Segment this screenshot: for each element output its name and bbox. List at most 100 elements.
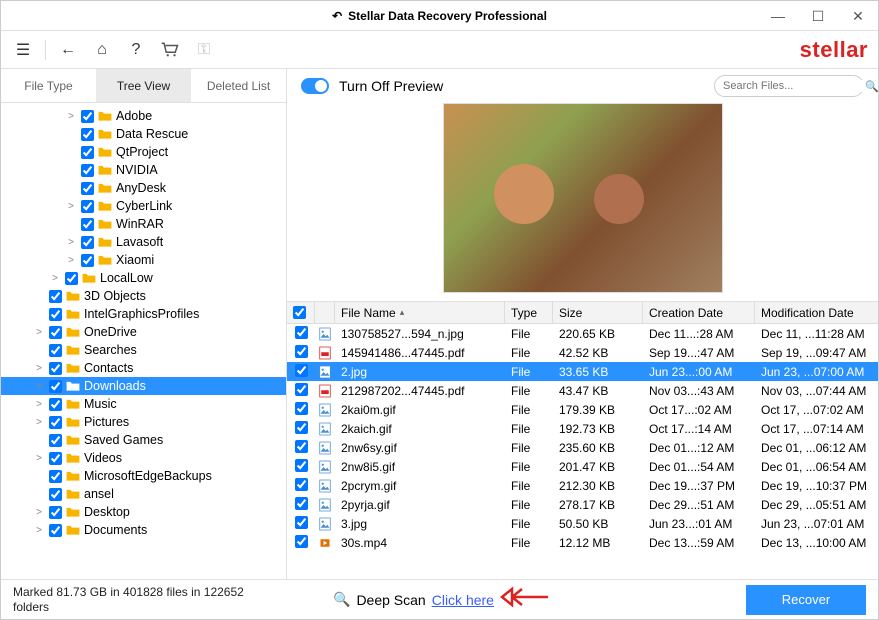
expand-icon[interactable]: > bbox=[33, 381, 45, 392]
tree-checkbox[interactable] bbox=[81, 254, 94, 267]
row-checkbox[interactable] bbox=[295, 345, 308, 358]
tree-checkbox[interactable] bbox=[49, 506, 62, 519]
tree-item[interactable]: >Desktop bbox=[1, 503, 286, 521]
tree-item[interactable]: >Pictures bbox=[1, 413, 286, 431]
tree-checkbox[interactable] bbox=[81, 164, 94, 177]
tab-deleted-list[interactable]: Deleted List bbox=[191, 69, 286, 102]
table-row[interactable]: 145941486...47445.pdfFile42.52 KBSep 19.… bbox=[287, 343, 878, 362]
tree-item[interactable]: Saved Games bbox=[1, 431, 286, 449]
tree-checkbox[interactable] bbox=[81, 236, 94, 249]
tree-checkbox[interactable] bbox=[81, 182, 94, 195]
tree-checkbox[interactable] bbox=[81, 146, 94, 159]
header-filename[interactable]: File Name▴ bbox=[335, 302, 505, 323]
table-row[interactable]: 3.jpgFile50.50 KBJun 23...:01 AMJun 23, … bbox=[287, 514, 878, 533]
tree-item[interactable]: >Music bbox=[1, 395, 286, 413]
table-row[interactable]: 2.jpgFile33.65 KBJun 23...:00 AMJun 23, … bbox=[287, 362, 878, 381]
tab-file-type[interactable]: File Type bbox=[1, 69, 96, 102]
tree-checkbox[interactable] bbox=[49, 326, 62, 339]
tree-item[interactable]: Data Rescue bbox=[1, 125, 286, 143]
tree-item[interactable]: >Contacts bbox=[1, 359, 286, 377]
row-checkbox[interactable] bbox=[295, 459, 308, 472]
tree-checkbox[interactable] bbox=[65, 272, 78, 285]
expand-icon[interactable]: > bbox=[65, 255, 77, 266]
deep-scan-link[interactable]: Click here bbox=[432, 592, 494, 608]
expand-icon[interactable]: > bbox=[33, 327, 45, 338]
file-table[interactable]: File Name▴ Type Size Creation Date Modif… bbox=[287, 301, 878, 579]
tree-item[interactable]: >LocalLow bbox=[1, 269, 286, 287]
table-row[interactable]: 2kaich.gifFile192.73 KBOct 17...:14 AMOc… bbox=[287, 419, 878, 438]
expand-icon[interactable]: > bbox=[33, 417, 45, 428]
tree-checkbox[interactable] bbox=[81, 110, 94, 123]
table-row[interactable]: 2nw8i5.gifFile201.47 KBDec 01...:54 AMDe… bbox=[287, 457, 878, 476]
row-checkbox[interactable] bbox=[295, 326, 308, 339]
tree-item[interactable]: WinRAR bbox=[1, 215, 286, 233]
expand-icon[interactable]: > bbox=[65, 111, 77, 122]
tree-item[interactable]: 3D Objects bbox=[1, 287, 286, 305]
tree-item[interactable]: NVIDIA bbox=[1, 161, 286, 179]
tree-item[interactable]: Searches bbox=[1, 341, 286, 359]
tree-item[interactable]: >OneDrive bbox=[1, 323, 286, 341]
tab-tree-view[interactable]: Tree View bbox=[96, 69, 191, 102]
maximize-button[interactable]: ☐ bbox=[798, 1, 838, 31]
tree-checkbox[interactable] bbox=[49, 434, 62, 447]
key-icon[interactable]: ⚿ bbox=[192, 38, 216, 62]
tree-item[interactable]: >CyberLink bbox=[1, 197, 286, 215]
row-checkbox[interactable] bbox=[295, 440, 308, 453]
header-modification-date[interactable]: Modification Date bbox=[755, 302, 878, 323]
row-checkbox[interactable] bbox=[295, 421, 308, 434]
tree-checkbox[interactable] bbox=[49, 470, 62, 483]
table-row[interactable]: 212987202...47445.pdfFile43.47 KBNov 03.… bbox=[287, 381, 878, 400]
tree-item[interactable]: >Documents bbox=[1, 521, 286, 539]
tree-item[interactable]: QtProject bbox=[1, 143, 286, 161]
expand-icon[interactable]: > bbox=[65, 237, 77, 248]
header-size[interactable]: Size bbox=[553, 302, 643, 323]
table-row[interactable]: 130758527...594_n.jpgFile220.65 KBDec 11… bbox=[287, 324, 878, 343]
tree-checkbox[interactable] bbox=[49, 488, 62, 501]
row-checkbox[interactable] bbox=[295, 516, 308, 529]
tree-item[interactable]: >Lavasoft bbox=[1, 233, 286, 251]
row-checkbox[interactable] bbox=[295, 535, 308, 548]
recover-button[interactable]: Recover bbox=[746, 585, 866, 615]
tree-checkbox[interactable] bbox=[49, 362, 62, 375]
tree-checkbox[interactable] bbox=[49, 344, 62, 357]
tree-checkbox[interactable] bbox=[49, 524, 62, 537]
folder-tree[interactable]: >AdobeData RescueQtProjectNVIDIAAnyDesk>… bbox=[1, 103, 286, 579]
tree-item[interactable]: AnyDesk bbox=[1, 179, 286, 197]
row-checkbox[interactable] bbox=[295, 383, 308, 396]
tree-item[interactable]: ansel bbox=[1, 485, 286, 503]
row-checkbox[interactable] bbox=[295, 402, 308, 415]
table-row[interactable]: 2pcrym.gifFile212.30 KBDec 19...:37 PMDe… bbox=[287, 476, 878, 495]
tree-checkbox[interactable] bbox=[81, 218, 94, 231]
tree-checkbox[interactable] bbox=[81, 128, 94, 141]
tree-checkbox[interactable] bbox=[49, 452, 62, 465]
back-icon[interactable]: ← bbox=[56, 38, 80, 62]
cart-icon[interactable] bbox=[158, 38, 182, 62]
tree-checkbox[interactable] bbox=[49, 398, 62, 411]
row-checkbox[interactable] bbox=[295, 364, 308, 377]
select-all-checkbox[interactable] bbox=[293, 306, 306, 319]
header-creation-date[interactable]: Creation Date bbox=[643, 302, 755, 323]
table-row[interactable]: 30s.mp4File12.12 MBDec 13...:59 AMDec 13… bbox=[287, 533, 878, 552]
expand-icon[interactable]: > bbox=[33, 525, 45, 536]
tree-checkbox[interactable] bbox=[49, 380, 62, 393]
header-type[interactable]: Type bbox=[505, 302, 553, 323]
search-input[interactable] bbox=[723, 80, 865, 92]
search-box[interactable]: 🔍 bbox=[714, 75, 864, 97]
table-row[interactable]: 2kai0m.gifFile179.39 KBOct 17...:02 AMOc… bbox=[287, 400, 878, 419]
minimize-button[interactable]: — bbox=[758, 1, 798, 31]
tree-checkbox[interactable] bbox=[49, 290, 62, 303]
expand-icon[interactable]: > bbox=[65, 201, 77, 212]
tree-checkbox[interactable] bbox=[49, 416, 62, 429]
tree-item[interactable]: >Adobe bbox=[1, 107, 286, 125]
tree-checkbox[interactable] bbox=[49, 308, 62, 321]
tree-item[interactable]: >Xiaomi bbox=[1, 251, 286, 269]
row-checkbox[interactable] bbox=[295, 497, 308, 510]
close-button[interactable]: ✕ bbox=[838, 1, 878, 31]
preview-toggle[interactable] bbox=[301, 78, 329, 94]
tree-item[interactable]: IntelGraphicsProfiles bbox=[1, 305, 286, 323]
table-row[interactable]: 2pyrja.gifFile278.17 KBDec 29...:51 AMDe… bbox=[287, 495, 878, 514]
menu-icon[interactable]: ☰ bbox=[11, 38, 35, 62]
table-row[interactable]: 2nw6sy.gifFile235.60 KBDec 01...:12 AMDe… bbox=[287, 438, 878, 457]
help-icon[interactable]: ? bbox=[124, 38, 148, 62]
expand-icon[interactable]: > bbox=[49, 273, 61, 284]
